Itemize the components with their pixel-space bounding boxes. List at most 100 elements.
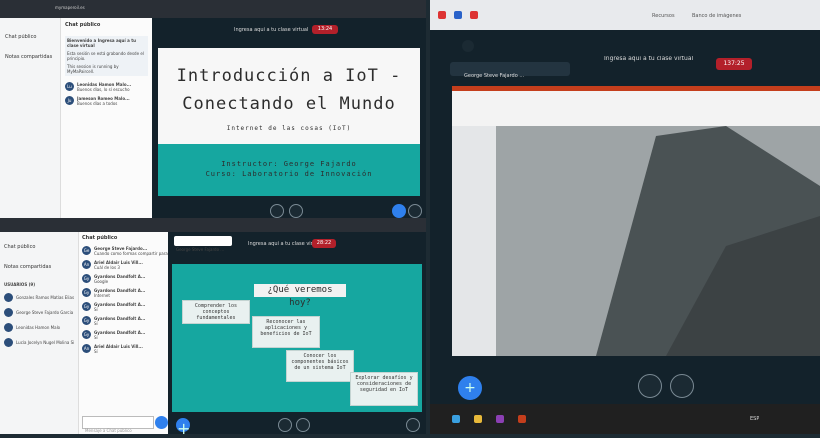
avatar: Ge (82, 246, 91, 255)
app-icon[interactable] (474, 415, 482, 423)
camera-icon[interactable] (296, 418, 310, 432)
add-action-icon[interactable]: + (458, 376, 482, 400)
q2-chat-header: Chat público (82, 235, 118, 241)
q2-presentation-area: George Steve Fajardo ... Ingresa aquí a … (168, 232, 426, 438)
q1-recording-indicator[interactable]: 13:24 (312, 25, 338, 34)
q2-slide-item: Conocer los componentes básicos de un si… (286, 350, 354, 382)
avatar (4, 308, 13, 317)
camera-icon[interactable] (670, 374, 694, 398)
q1-sidebar-item[interactable]: Chat público (5, 34, 60, 40)
bookmark-item[interactable]: Recursos (652, 13, 675, 19)
q2-slide-item: Reconocer las aplicaciones y beneficios … (252, 316, 320, 348)
q2-sidebar: Chat público Notas compartidas USUARIOS … (0, 232, 78, 434)
q1-slide-title-line2: Conectando el Mundo (182, 94, 396, 114)
avatar: Gy (82, 274, 91, 283)
sender-name: Gyardons Dandfolt A... (94, 330, 146, 335)
q3-presenter-chip[interactable]: George Steve Fajardo ... (450, 62, 570, 79)
user-name: Lucía Jocelyn Nugel Molina Silva (16, 340, 74, 345)
app-icon[interactable] (452, 415, 460, 423)
message-text: Sí (94, 321, 98, 326)
fullscreen-icon[interactable] (406, 418, 420, 432)
microphone-icon[interactable] (278, 418, 292, 432)
q2-recording-indicator[interactable]: 28:22 (312, 239, 336, 248)
microphone-icon[interactable] (270, 204, 284, 218)
q2-presenter-chip[interactable]: George Steve Fajardo ... (174, 236, 232, 252)
message-text: Sí (94, 307, 98, 312)
q1-presentation-area: Ingresa aquí a tu clase virtual 13:24 In… (152, 18, 426, 218)
q3-taskbar: ESP (430, 404, 820, 434)
q2-slide-title: ¿Qué veremos hoy? (254, 284, 346, 308)
q3-meeting-title: Ingresa aquí a tu clase virtual (604, 56, 694, 62)
q3-taskbar-language[interactable]: ESP (750, 416, 759, 422)
q1-welcome-box: Bienvenido a Ingresa aquí a tu clase vir… (65, 36, 148, 76)
q2-chat-input-placeholder: Mensaje a Chat público (85, 428, 132, 433)
avatar (4, 338, 13, 347)
q1-intro-line: Esta sesión se está grabando desde el pr… (67, 51, 144, 61)
app-icon[interactable] (496, 415, 504, 423)
message-text: Sí (94, 349, 98, 354)
q2-chat-message: Gy Gyardons Dandfolt A... Internet (82, 288, 165, 298)
q1-chat-message: Ju Jameson Romeo Malo... Buenos días a t… (65, 96, 148, 106)
q3-slide-canvas (496, 126, 820, 356)
q3-presentation-area: George Steve Fajardo ... Ingresa aquí a … (430, 30, 820, 404)
q1-chat-message: Lu Leonidas Hamon Malo... Buenos días, l… (65, 82, 148, 92)
q2-slide-item: Comprender los conceptos fundamentales (182, 300, 250, 324)
camera-icon[interactable] (289, 204, 303, 218)
user-name: Leonidas Hamon Malo (16, 325, 61, 330)
q3-presenter-name: George Steve Fajardo ... (464, 73, 525, 79)
message-text: Buenos días, lo sí escucho (77, 87, 130, 92)
q2-message-list: Ge George Steve Fajardo... Cuando como for… (82, 246, 203, 354)
q3-shared-screen (452, 86, 820, 356)
q1-slide-subtitle: Internet de las cosas (IoT) (226, 125, 352, 132)
sender-name: Gyardons Dandfolt A... (94, 302, 146, 307)
tab-icon[interactable] (454, 11, 462, 19)
fullscreen-icon[interactable] (408, 204, 422, 218)
bookmark-item[interactable]: Banco de imágenes (692, 13, 741, 19)
q1-slide-title-line1: Introducción a IoT - (176, 66, 402, 86)
q2-user-item[interactable]: Leonidas Hamon Malo (4, 323, 74, 332)
q2-slide-item: Explorar desafíos y consideraciones de s… (350, 372, 418, 406)
screen-share-icon[interactable] (392, 204, 406, 218)
q2-browser-bar (0, 218, 426, 232)
tab-icon[interactable] (438, 11, 446, 19)
tab-icon[interactable] (470, 11, 478, 19)
q3-recording-indicator[interactable]: 137:25 (716, 58, 752, 70)
q2-slide-title-text: ¿Qué veremos hoy? (267, 285, 333, 308)
q2-presenter-name: George Steve Fajardo ... (176, 247, 225, 252)
q2-chat-message: Gy Gyardons Dandfolt A... Sí (82, 302, 165, 312)
add-action-icon[interactable]: + (176, 418, 190, 438)
q2-sidebar-item[interactable]: Chat público (4, 244, 74, 250)
q1-chat-panel: Chat público Bienvenido a Ingresa aquí a… (60, 18, 152, 218)
q1-url[interactable]: mymaperoil.es (55, 5, 85, 10)
q3-ribbon-accent (452, 86, 820, 91)
q2-chat-input[interactable]: Mensaje a Chat público (82, 416, 154, 433)
user-name: George Steve Fajardo Garcia (16, 310, 74, 315)
message-text: Google (94, 279, 109, 284)
microphone-icon[interactable] (638, 374, 662, 398)
q3-browser-bar: Recursos Banco de imágenes (430, 0, 820, 30)
app-icon[interactable] (518, 415, 526, 423)
sender-name: Gyardons Dandfolt A... (94, 316, 146, 321)
q2-sidebar-item[interactable]: Notas compartidas (4, 264, 74, 270)
q2-user-item[interactable]: Lucía Jocelyn Nugel Molina Silva (4, 338, 74, 347)
avatar (4, 293, 13, 302)
q2-chat-panel: Chat público Ge George Steve Fajardo... Cu… (78, 232, 203, 434)
users-icon[interactable] (462, 40, 474, 52)
message-text: Cuál de los 3 (94, 265, 120, 270)
q1-intro-line: This session is running by MyMaPaircell. (67, 64, 119, 74)
avatar: Gy (82, 302, 91, 311)
q1-browser-bar: mymaperoil.es (0, 0, 426, 18)
avatar: Gy (82, 288, 91, 297)
q1-sidebar: Chat público Notas compartidas (0, 18, 60, 218)
send-icon[interactable] (155, 416, 168, 429)
q2-chat-message: Gy Gyardons Dandfolt A... Sí (82, 330, 165, 340)
q1-intro-line: Bienvenido a Ingresa aquí a tu clase vir… (67, 38, 136, 48)
q1-slide-course: Curso: Laboratorio de Innovación (205, 170, 373, 178)
q2-chat-message: Gy Gyardons Dandfolt A... Sí (82, 316, 165, 326)
q2-user-item[interactable]: George Steve Fajardo Garcia (4, 308, 74, 317)
user-name: Gonzales Ramos Matías Elias (Usted) (16, 295, 74, 300)
q2-chat-message: Gy Gyardons Dandfolt A... Google (82, 274, 165, 284)
q1-meeting-title: Ingresa aquí a tu clase virtual (234, 27, 309, 33)
q1-sidebar-item[interactable]: Notas compartidas (5, 54, 60, 60)
q2-user-item[interactable]: Gonzales Ramos Matías Elias (Usted) (4, 293, 74, 302)
